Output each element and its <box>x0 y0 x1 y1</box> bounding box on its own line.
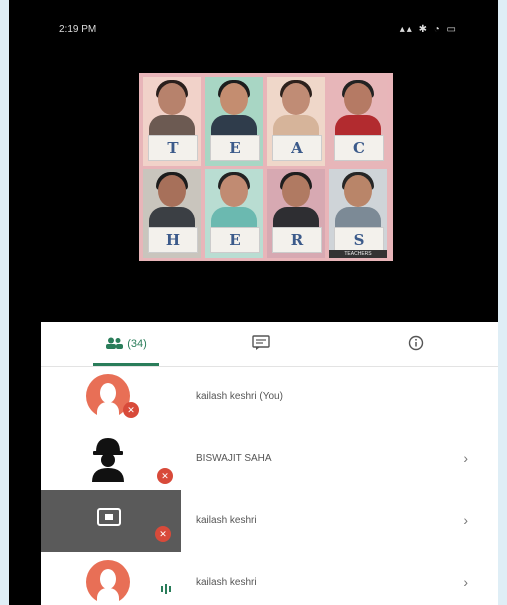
avatar <box>86 560 130 604</box>
photo-tile: E <box>205 169 263 258</box>
tile-caption: TEACHERS <box>329 250 387 258</box>
people-icon <box>105 337 124 352</box>
letter-card: E <box>210 135 260 161</box>
mic-off-icon: ✕ <box>155 526 171 542</box>
info-icon <box>408 335 424 354</box>
participants-panel: (34) ✕ kailash keshri (You) ✕ BISWAJIT S… <box>41 322 498 605</box>
panel-tabs: (34) <box>41 322 498 367</box>
tab-people[interactable]: (34) <box>81 322 171 366</box>
letter-card: H <box>148 227 198 253</box>
participant-row[interactable]: ✕ kailash keshri › <box>41 490 498 552</box>
mic-off-icon: ✕ <box>157 468 173 484</box>
status-icons: ▴▴ ✱ ◔ ▭ <box>399 24 458 35</box>
shared-screen-view[interactable]: T E A C H E R S TEACHERS <box>139 73 393 261</box>
letter-card: C <box>334 135 384 161</box>
chevron-right-icon: › <box>463 512 468 528</box>
participant-name: BISWAJIT SAHA <box>196 453 272 464</box>
letter-card: A <box>272 135 322 161</box>
letter-card: T <box>148 135 198 161</box>
worker-avatar-icon <box>86 434 130 487</box>
audio-level-icon <box>160 582 172 600</box>
chevron-right-icon: › <box>463 450 468 466</box>
photo-tile: H <box>143 169 201 258</box>
tab-chat[interactable] <box>231 322 291 366</box>
participant-name: kailash keshri <box>196 515 257 526</box>
chat-icon <box>252 334 270 354</box>
photo-tile: A <box>267 77 325 166</box>
participant-row[interactable]: ✕ BISWAJIT SAHA › <box>41 428 498 490</box>
chevron-right-icon: › <box>463 574 468 590</box>
phone-screen: 2:19 PM ▴▴ ✱ ◔ ▭ T E A C H E R S TEACHER… <box>9 0 498 605</box>
photo-tile: R <box>267 169 325 258</box>
photo-tile: T <box>143 77 201 166</box>
mic-off-icon: ✕ <box>123 402 139 418</box>
participant-row[interactable]: ✕ kailash keshri (You) <box>41 366 498 428</box>
people-count: (34) <box>127 338 147 350</box>
status-time: 2:19 PM <box>59 24 97 35</box>
letter-card: E <box>210 227 260 253</box>
photo-tile: S TEACHERS <box>329 169 387 258</box>
tab-info[interactable] <box>386 322 446 366</box>
participant-name: kailash keshri (You) <box>196 391 283 402</box>
letter-card: R <box>272 227 322 253</box>
photo-tile: E <box>205 77 263 166</box>
participant-name: kailash keshri <box>196 577 257 588</box>
status-bar: 2:19 PM ▴▴ ✱ ◔ ▭ <box>9 18 498 38</box>
participant-row[interactable]: kailash keshri › <box>41 552 498 605</box>
present-screen-icon <box>97 508 121 533</box>
photo-tile: C <box>329 77 387 166</box>
